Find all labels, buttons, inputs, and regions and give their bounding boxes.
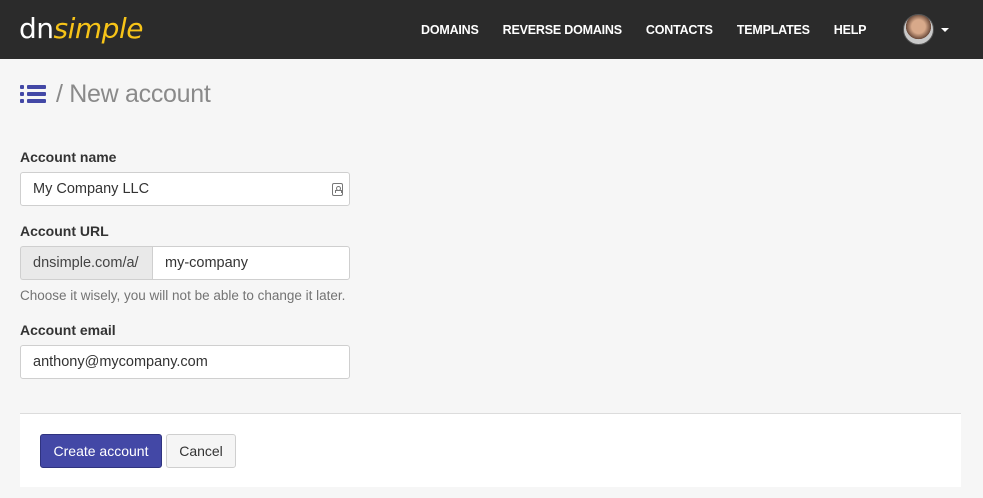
logo-dn: dn (19, 12, 54, 45)
list-icon[interactable] (20, 84, 46, 104)
logo-simple: simple (53, 12, 144, 45)
account-email-value: anthony@mycompany.com (33, 354, 208, 370)
account-email-input[interactable]: anthony@mycompany.com (20, 345, 350, 379)
dnsimple-logo[interactable]: dnsimple (19, 12, 143, 45)
nav-item-contacts[interactable]: CONTACTS (646, 23, 713, 37)
page-heading: / New account (20, 78, 211, 110)
account-url-help-text: Choose it wisely, you will not be able t… (20, 288, 346, 303)
top-navbar: dnsimple DOMAINS REVERSE DOMAINS CONTACT… (0, 0, 983, 59)
account-url-group: dnsimple.com/a/ my-company (20, 246, 350, 280)
account-name-input[interactable]: My Company LLC (20, 172, 350, 206)
account-url-label: Account URL (20, 223, 109, 239)
caret-down-icon[interactable] (941, 27, 949, 32)
account-name-label: Account name (20, 149, 117, 165)
main-nav: DOMAINS REVERSE DOMAINS CONTACTS TEMPLAT… (421, 0, 890, 59)
account-name-value: My Company LLC (33, 181, 150, 197)
create-account-button[interactable]: Create account (40, 434, 162, 468)
user-menu[interactable] (903, 14, 949, 45)
contact-card-icon[interactable] (332, 183, 343, 196)
nav-item-help[interactable]: HELP (834, 23, 867, 37)
nav-item-reverse-domains[interactable]: REVERSE DOMAINS (503, 23, 622, 37)
account-email-label: Account email (20, 322, 116, 338)
page-title: / New account (56, 79, 211, 108)
account-url-value: my-company (165, 255, 248, 271)
nav-item-domains[interactable]: DOMAINS (421, 23, 479, 37)
avatar[interactable] (903, 14, 934, 45)
nav-item-templates[interactable]: TEMPLATES (737, 23, 810, 37)
form-actions: Create account Cancel (20, 414, 961, 487)
cancel-button[interactable]: Cancel (166, 434, 236, 468)
account-url-prefix: dnsimple.com/a/ (20, 246, 152, 280)
account-url-input[interactable]: my-company (152, 246, 350, 280)
